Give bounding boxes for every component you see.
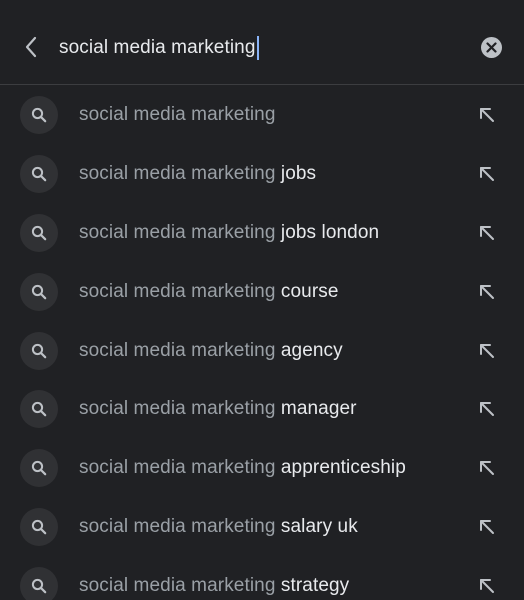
suggestion-item[interactable]: social media marketing jobs	[0, 145, 524, 204]
search-icon	[31, 461, 47, 476]
fill-query-button[interactable]	[474, 455, 500, 481]
suggestion-text: social media marketing jobs	[79, 163, 316, 185]
suggestion-completion: jobs london	[275, 221, 380, 243]
suggestion-item[interactable]: social media marketing jobs london	[0, 204, 524, 263]
suggestion-icon-badge	[20, 213, 58, 252]
fill-query-button[interactable]	[474, 338, 500, 364]
search-icon	[31, 578, 47, 594]
search-query-text[interactable]: social media marketing	[59, 37, 256, 59]
suggestion-icon-badge	[20, 96, 58, 135]
suggestion-prefix: social media marketing	[79, 515, 276, 537]
suggestion-text: social media marketing strategy	[79, 575, 349, 597]
fill-query-button[interactable]	[474, 396, 500, 422]
search-bar: social media marketing	[0, 0, 524, 85]
search-icon	[31, 284, 47, 300]
arrow-up-left-icon	[480, 343, 494, 358]
suggestion-icon-badge	[20, 507, 58, 546]
search-icon	[31, 225, 47, 241]
suggestion-item[interactable]: social media marketing agency	[0, 321, 524, 380]
clear-circle-icon	[486, 42, 497, 53]
search-icon	[31, 402, 47, 417]
suggestion-list: social media marketing social media mark…	[0, 86, 524, 600]
suggestion-prefix: social media marketing	[79, 221, 276, 243]
search-icon	[31, 167, 47, 182]
suggestion-item[interactable]: social media marketing manager	[0, 380, 524, 439]
suggestion-icon-badge	[20, 566, 58, 600]
suggestion-item[interactable]: social media marketing apprenticeship	[0, 439, 524, 498]
arrow-up-left-icon	[480, 519, 494, 534]
suggestion-text: social media marketing jobs london	[79, 222, 379, 244]
suggestion-prefix: social media marketing	[79, 574, 276, 596]
arrow-up-left-icon	[480, 461, 494, 476]
text-caret	[256, 36, 259, 60]
suggestion-completion: agency	[275, 339, 343, 361]
arrow-up-left-icon	[480, 167, 494, 182]
suggestion-completion: salary uk	[275, 515, 358, 537]
fill-query-button[interactable]	[474, 220, 500, 246]
arrow-up-left-icon	[480, 284, 494, 299]
suggestion-prefix: social media marketing	[79, 457, 276, 479]
suggestion-icon-badge	[20, 449, 58, 488]
suggestion-text: social media marketing manager	[79, 398, 357, 420]
search-icon	[31, 108, 47, 123]
back-button[interactable]	[18, 34, 44, 60]
arrow-up-left-icon	[480, 402, 494, 417]
suggestion-completion: apprenticeship	[275, 457, 406, 479]
suggestion-text: social media marketing course	[79, 281, 339, 303]
search-suggestions-screen: social media marketing social media mark…	[0, 0, 524, 600]
fill-query-button[interactable]	[474, 514, 500, 540]
suggestion-text: social media marketing agency	[79, 340, 343, 362]
suggestion-completion: course	[275, 280, 339, 302]
suggestion-completion: jobs	[275, 163, 317, 185]
suggestion-icon-badge	[20, 331, 58, 370]
suggestion-icon-badge	[20, 390, 58, 429]
suggestion-text: social media marketing	[79, 104, 276, 126]
suggestion-text: social media marketing apprenticeship	[79, 457, 406, 479]
suggestion-prefix: social media marketing	[79, 398, 276, 420]
suggestion-item[interactable]: social media marketing salary uk	[0, 498, 524, 557]
suggestion-completion: manager	[275, 398, 357, 420]
suggestion-completion: strategy	[275, 574, 350, 596]
arrow-up-left-icon	[480, 225, 494, 240]
suggestion-prefix: social media marketing	[79, 163, 276, 185]
fill-query-button[interactable]	[474, 573, 500, 599]
suggestion-prefix: social media marketing	[79, 280, 276, 302]
suggestion-icon-badge	[20, 155, 58, 194]
suggestion-text: social media marketing salary uk	[79, 516, 358, 538]
search-input[interactable]: social media marketing	[59, 33, 259, 63]
suggestion-item[interactable]: social media marketing strategy	[0, 556, 524, 600]
fill-query-button[interactable]	[474, 279, 500, 305]
search-icon	[31, 343, 47, 358]
fill-query-button[interactable]	[474, 102, 500, 128]
arrow-up-left-icon	[480, 108, 494, 123]
search-icon	[31, 519, 47, 535]
fill-query-button[interactable]	[474, 161, 500, 187]
suggestion-prefix: social media marketing	[79, 104, 276, 126]
suggestion-prefix: social media marketing	[79, 339, 276, 361]
suggestion-icon-badge	[20, 272, 58, 311]
clear-search-button[interactable]	[481, 37, 502, 58]
suggestion-item[interactable]: social media marketing	[0, 86, 524, 145]
suggestion-item[interactable]: social media marketing course	[0, 262, 524, 321]
arrow-up-left-icon	[480, 578, 494, 593]
chevron-left-icon	[25, 36, 37, 58]
